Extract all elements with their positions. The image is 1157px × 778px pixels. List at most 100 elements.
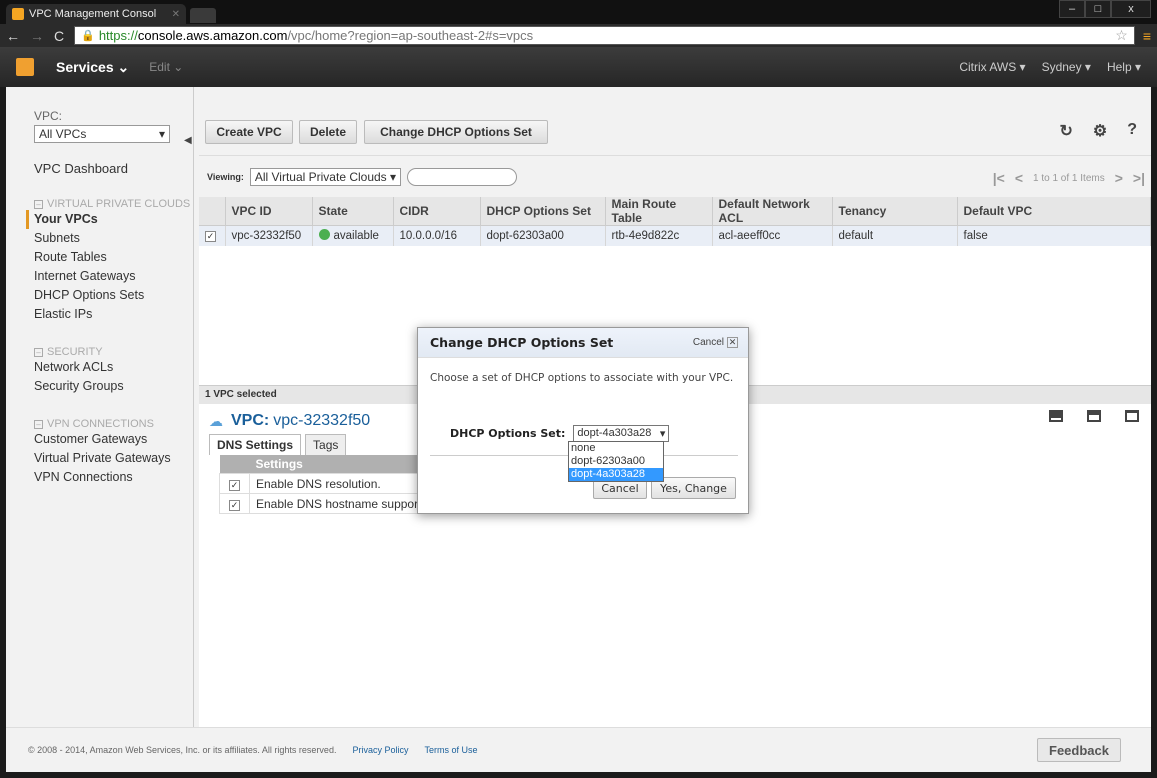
last-page-icon[interactable]: >|: [1133, 170, 1145, 186]
column-header[interactable]: Default Network ACL: [712, 197, 833, 226]
delete-button[interactable]: Delete: [299, 120, 357, 144]
table-cell: false: [957, 225, 1151, 246]
tab-dns-settings[interactable]: DNS Settings: [209, 434, 302, 455]
dhcp-options-select[interactable]: dopt-4a303a28 ▾: [573, 425, 670, 442]
region-menu[interactable]: Sydney ▾: [1042, 60, 1091, 74]
state-cell: available: [312, 225, 394, 246]
url-scheme: https://: [98, 28, 138, 43]
sidebar-item-your-vpcs[interactable]: Your VPCs: [26, 210, 193, 229]
refresh-icon[interactable]: ↻: [1059, 121, 1072, 141]
vpc-filter-select[interactable]: All VPCs ▾: [34, 125, 170, 143]
sidebar-section-vpn[interactable]: – VPN CONNECTIONS: [34, 418, 193, 430]
dialog-cancel-text: Cancel: [692, 337, 724, 348]
next-page-icon[interactable]: >: [1115, 170, 1123, 186]
address-bar[interactable]: 🔒 https://console.aws.amazon.com/vpc/hom…: [74, 26, 1135, 45]
sidebar-section-vpc[interactable]: – VIRTUAL PRIVATE CLOUDS: [34, 198, 193, 210]
dropdown-option-selected[interactable]: dopt-4a303a28: [569, 468, 663, 481]
sidebar-item-dhcp-options[interactable]: DHCP Options Sets: [34, 286, 193, 305]
dhcp-row: DHCP Options Set: dopt-4a303a28 ▾: [450, 425, 670, 442]
sidebar-item-internet-gateways[interactable]: Internet Gateways: [34, 267, 193, 286]
new-tab-button[interactable]: [190, 8, 216, 23]
edit-menu[interactable]: Edit ⌄: [149, 60, 183, 74]
sidebar-item-dashboard[interactable]: VPC Dashboard: [34, 161, 193, 176]
dns-resolution-checkbox: ✓: [229, 479, 240, 491]
dialog-cancel-link[interactable]: Cancel ✕: [693, 337, 738, 348]
table-cell: dopt-62303a00: [480, 225, 606, 246]
column-header[interactable]: State: [312, 197, 394, 226]
view-bar: Viewing: All Virtual Private Clouds ▾ |<…: [199, 155, 1151, 197]
column-header[interactable]: CIDR: [393, 197, 481, 226]
select-column-header: [199, 197, 226, 226]
column-header[interactable]: Tenancy: [832, 197, 958, 226]
terms-link[interactable]: Terms of Use: [424, 745, 477, 755]
tab-close-icon[interactable]: ✕: [172, 9, 180, 20]
copyright: © 2008 - 2014, Amazon Web Services, Inc.…: [28, 745, 337, 755]
aws-logo-icon[interactable]: [16, 58, 34, 76]
layout-split-icon[interactable]: [1087, 410, 1101, 422]
sidebar-item-subnets[interactable]: Subnets: [34, 229, 193, 248]
collapse-sidebar-icon[interactable]: ◀: [184, 135, 192, 146]
table-header-row: VPC ID State CIDR DHCP Options Set Main …: [199, 197, 1151, 226]
close-window-icon[interactable]: x: [1111, 0, 1151, 18]
detail-title-label: VPC:: [231, 412, 270, 429]
close-icon[interactable]: ✕: [727, 337, 738, 348]
sidebar-item-elastic-ips[interactable]: Elastic IPs: [34, 305, 193, 324]
privacy-link[interactable]: Privacy Policy: [352, 745, 408, 755]
detail-title-id: vpc-32332f50: [273, 412, 371, 429]
chevron-down-icon: ▾: [158, 127, 165, 141]
create-vpc-button[interactable]: Create VPC: [205, 120, 293, 144]
gear-icon[interactable]: ⚙: [1093, 121, 1107, 141]
tab-tags[interactable]: Tags: [305, 434, 347, 455]
table-cell: default: [832, 225, 958, 246]
sidebar-item-vpn-connections[interactable]: VPN Connections: [34, 468, 193, 487]
layout-bottom-icon[interactable]: [1049, 410, 1063, 422]
forward-icon[interactable]: →: [30, 28, 44, 44]
aws-top-nav: Services ⌄ Edit ⌄ Citrix AWS ▾ Sydney ▾ …: [0, 47, 1157, 87]
sidebar-item-security-groups[interactable]: Security Groups: [34, 377, 193, 396]
lock-icon: 🔒: [81, 30, 95, 42]
column-header[interactable]: DHCP Options Set: [480, 197, 606, 226]
prev-page-icon[interactable]: <: [1015, 170, 1023, 186]
sidebar-item-virtual-private-gateways[interactable]: Virtual Private Gateways: [34, 449, 193, 468]
table-cell: acl-aeeff0cc: [712, 225, 833, 246]
section-label: SECURITY: [47, 346, 103, 358]
collapse-icon: –: [34, 200, 43, 209]
sidebar-item-route-tables[interactable]: Route Tables: [34, 248, 193, 267]
services-menu[interactable]: Services ⌄: [56, 59, 129, 76]
column-header[interactable]: VPC ID: [225, 197, 313, 226]
help-menu[interactable]: Help ▾: [1107, 60, 1141, 74]
table-row[interactable]: ✓ vpc-32332f50 available 10.0.0.0/16 dop…: [199, 225, 1151, 246]
browser-menu-icon[interactable]: ≡: [1143, 28, 1151, 44]
first-page-icon[interactable]: |<: [993, 170, 1005, 186]
column-header[interactable]: Main Route Table: [605, 197, 713, 226]
row-checkbox[interactable]: ✓: [205, 230, 216, 242]
cloud-icon: ☁: [209, 412, 223, 429]
url-path: /vpc/home?region=ap-southeast-2#s=vpcs: [287, 28, 534, 43]
minimize-icon[interactable]: –: [1059, 0, 1085, 18]
view-filter-select[interactable]: All Virtual Private Clouds ▾: [249, 167, 402, 186]
back-icon[interactable]: ←: [6, 28, 20, 44]
sidebar-item-customer-gateways[interactable]: Customer Gateways: [34, 430, 193, 449]
layout-top-icon[interactable]: [1125, 410, 1139, 422]
reload-icon[interactable]: C: [54, 28, 64, 44]
feedback-button[interactable]: Feedback: [1037, 738, 1121, 762]
dhcp-options-label: DHCP Options Set:: [450, 427, 566, 440]
sidebar-section-security[interactable]: – SECURITY: [34, 346, 193, 358]
dropdown-option[interactable]: none: [569, 442, 663, 455]
column-header[interactable]: Default VPC: [957, 197, 1151, 226]
dropdown-option[interactable]: dopt-62303a00: [569, 455, 663, 468]
account-menu[interactable]: Citrix AWS ▾: [959, 60, 1025, 74]
footer: © 2008 - 2014, Amazon Web Services, Inc.…: [6, 727, 1151, 772]
search-input[interactable]: [407, 167, 518, 186]
url-host: console.aws.amazon.com: [137, 28, 288, 43]
dhcp-options-dropdown: none dopt-62303a00 dopt-4a303a28: [568, 441, 664, 482]
top-icons: ↻ ⚙ ?: [1059, 121, 1137, 141]
sidebar-item-network-acls[interactable]: Network ACLs: [34, 358, 193, 377]
bookmark-star-icon[interactable]: ☆: [1115, 27, 1128, 44]
maximize-icon[interactable]: □: [1085, 0, 1111, 18]
table-cell: vpc-32332f50: [225, 225, 313, 246]
browser-tab[interactable]: VPC Management Consol ✕: [6, 4, 186, 24]
row-checkbox-cell[interactable]: ✓: [199, 225, 226, 246]
change-dhcp-button[interactable]: Change DHCP Options Set: [364, 120, 548, 144]
help-icon[interactable]: ?: [1127, 121, 1137, 141]
